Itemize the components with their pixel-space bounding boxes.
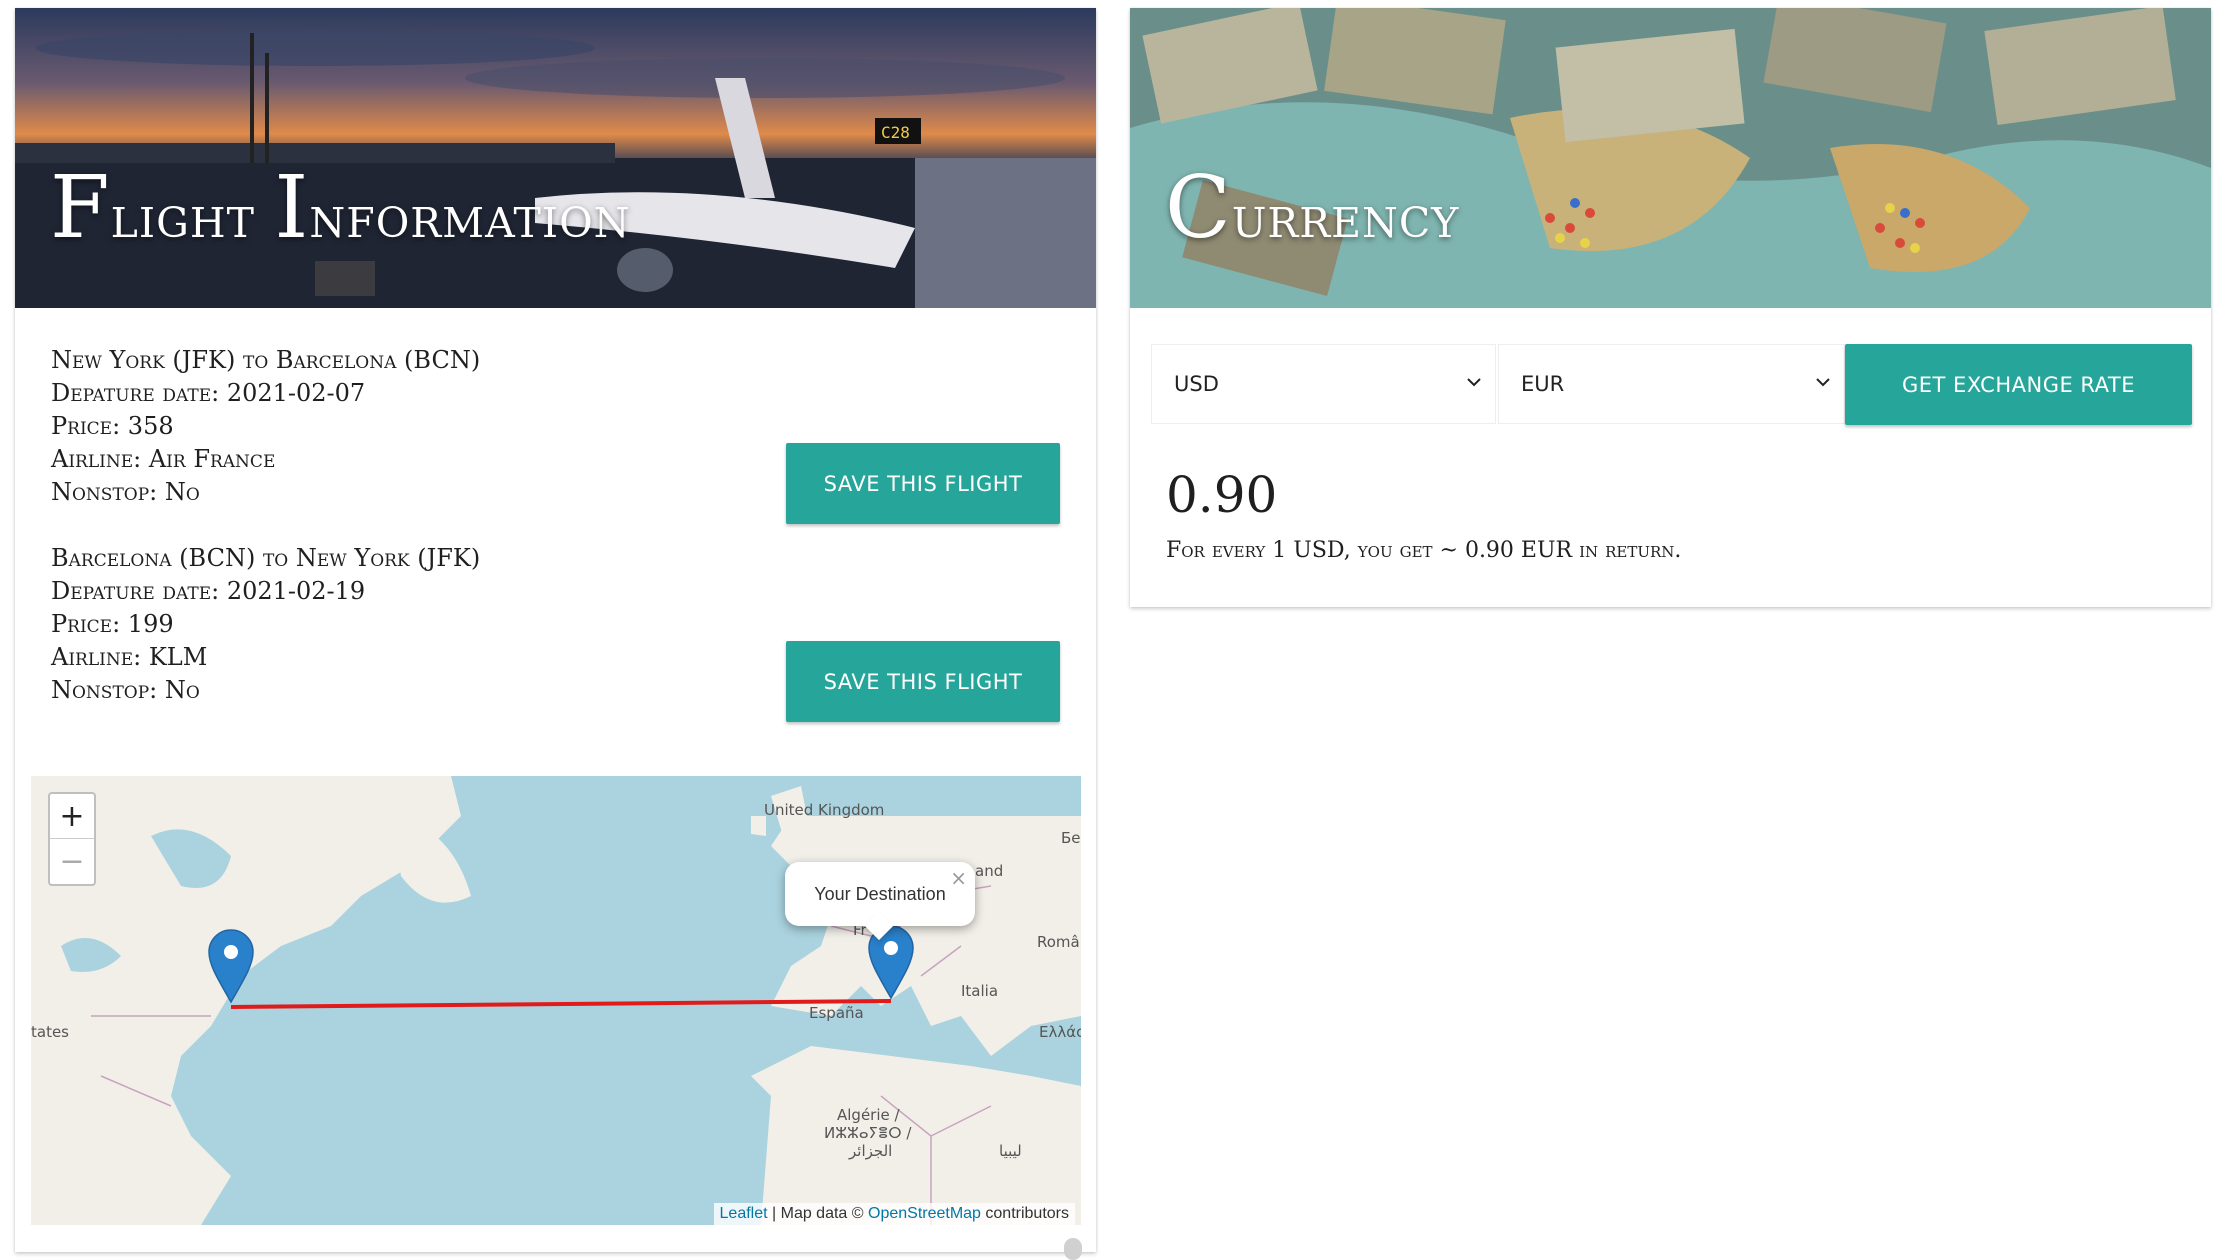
scrollbar-thumb[interactable] <box>1064 1238 1082 1260</box>
flight-title: Flight Information <box>50 158 631 258</box>
zoom-out-button[interactable]: − <box>50 838 94 883</box>
map-label: España <box>809 1004 864 1022</box>
osm-link[interactable]: OpenStreetMap <box>868 1205 981 1222</box>
map-label: Бе <box>1061 829 1081 847</box>
flight-route: New York (JFK) to Barcelona (BCN) <box>51 346 481 374</box>
save-flight-button[interactable]: Save this flight <box>786 641 1060 722</box>
flight-airline: Airline: Air France <box>51 445 276 473</box>
save-flight-button[interactable]: Save this flight <box>786 443 1060 524</box>
exchange-rate-value: 0.90 <box>1166 466 1278 524</box>
flight-item: Barcelona (BCN) to New York (JFK) Depatu… <box>51 542 571 707</box>
to-currency-select[interactable]: EUR <box>1498 344 1845 424</box>
flight-route: Barcelona (BCN) to New York (JFK) <box>51 544 481 572</box>
flight-price: Price: 199 <box>51 610 174 638</box>
from-currency-select[interactable]: USD <box>1151 344 1496 424</box>
chevron-down-icon <box>1467 378 1481 387</box>
map-tiles <box>31 776 1081 1225</box>
map-label: ليبيا <box>999 1142 1022 1160</box>
map-label: Ελλάς <box>1039 1023 1081 1041</box>
to-currency-value: EUR <box>1521 372 1565 396</box>
route-map[interactable]: United Kingdom Бе and Fr Româ Italia Esp… <box>31 776 1081 1225</box>
currency-card: Currency USD EUR Get exchange rate 0.90 … <box>1130 8 2211 607</box>
flight-hero-image: C28 Flight Information <box>15 8 1096 308</box>
flight-nonstop: Nonstop: No <box>51 478 200 506</box>
flight-card: C28 Flight Information New York (JFK) to… <box>15 8 1096 1260</box>
flight-nonstop: Nonstop: No <box>51 676 200 704</box>
map-label: Româ <box>1037 933 1080 951</box>
exchange-rate-description: For every 1 USD, you get ~ 0.90 EUR in r… <box>1166 538 1682 563</box>
attribution-text: contributors <box>980 1205 1069 1222</box>
flight-date: Depature date: 2021-02-19 <box>51 577 366 605</box>
map-label: Algérie / <box>837 1106 900 1124</box>
from-currency-value: USD <box>1174 372 1219 396</box>
flight-price: Price: 358 <box>51 412 174 440</box>
get-exchange-rate-button[interactable]: Get exchange rate <box>1845 344 2192 425</box>
chevron-down-icon <box>1816 378 1830 387</box>
map-label: Italia <box>961 982 999 1000</box>
currency-hero-image: Currency <box>1130 8 2211 308</box>
map-label: ⵍⵣⵣⴰⵢⴻⵔ / <box>824 1124 912 1142</box>
attribution-text: | Map data © <box>767 1205 868 1222</box>
currency-title: Currency <box>1165 158 1460 258</box>
popup-text: Your Destination <box>814 883 946 904</box>
flight-airline: Airline: KLM <box>51 643 208 671</box>
zoom-in-button[interactable]: + <box>50 794 94 838</box>
map-label: tates <box>31 1023 69 1041</box>
map-label: and <box>975 862 1004 880</box>
destination-popup: Your Destination × <box>785 862 975 941</box>
zoom-control: + − <box>48 792 96 886</box>
map-label: الجزائر <box>849 1142 893 1160</box>
map-attribution: Leaflet | Map data © OpenStreetMap contr… <box>713 1203 1075 1225</box>
flight-item: New York (JFK) to Barcelona (BCN) Depatu… <box>51 344 571 509</box>
leaflet-link[interactable]: Leaflet <box>720 1205 768 1222</box>
close-icon[interactable]: × <box>950 866 967 890</box>
flight-date: Depature date: 2021-02-07 <box>51 379 366 407</box>
map-label: United Kingdom <box>764 801 885 819</box>
svg-text:C28: C28 <box>881 123 910 142</box>
